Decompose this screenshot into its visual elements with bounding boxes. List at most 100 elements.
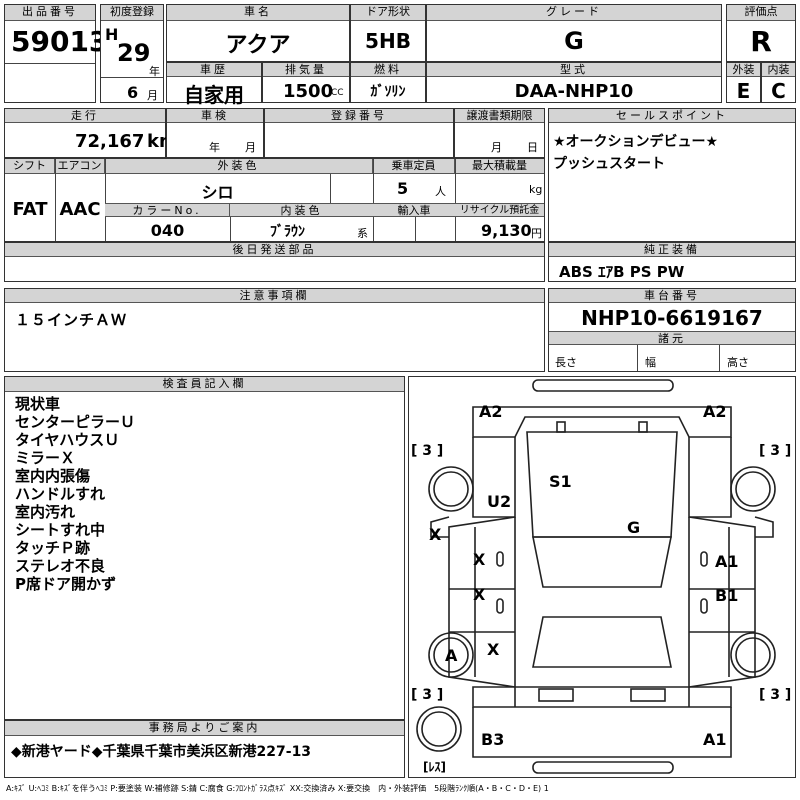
transfer-label: 譲渡書類期限: [455, 109, 544, 123]
aircon-value: AAC: [59, 199, 101, 220]
later-parts-box: 後日発送部品: [4, 242, 545, 282]
office-label: 事務局よりご案内: [5, 721, 404, 736]
inspector-line: タッチＰ跡: [15, 539, 91, 557]
score-value: R: [750, 25, 772, 58]
inspector-label: 検査員記入欄: [5, 377, 404, 392]
mark-a-wheel: A: [445, 646, 458, 665]
inspector-line: シートすれ中: [15, 521, 106, 539]
dims-height: 高さ: [727, 356, 749, 369]
first-reg-box: 初度登録 H 29 年 6 月: [100, 4, 164, 103]
reg-month: 6: [127, 83, 139, 102]
car-name: アクア: [225, 33, 291, 58]
mileage-label: 走行: [5, 109, 165, 123]
lot-box: 出品番号 59013: [4, 4, 108, 103]
car-name-box: 車名 アクア: [166, 4, 350, 62]
sales-point-2: プッシュスタート: [553, 156, 665, 172]
transfer-day-unit: 日: [527, 141, 538, 154]
dims-width: 幅: [645, 356, 656, 369]
interior-grade-box: 内装 C: [761, 62, 796, 103]
caution-box: 注意事項欄 １５インチＡＷ: [4, 288, 545, 372]
inspector-line: P席ドア開かず: [15, 575, 116, 593]
capacity-value: 5: [397, 179, 409, 198]
mileage-value: 72,167: [75, 131, 145, 152]
mark-u2: U2: [487, 492, 511, 511]
displacement-value: 1500: [283, 81, 334, 102]
first-reg-label: 初度登録: [101, 5, 163, 21]
int-color-value: ﾌﾞﾗｳﾝ: [270, 224, 305, 240]
color-no-label: カラーNo.: [105, 203, 230, 217]
ext-color-value: シロ: [201, 183, 234, 202]
history-value: 自家用: [184, 83, 244, 107]
equipment-label: 純正装備: [549, 243, 795, 257]
fuel-value: ｶﾞｿﾘﾝ: [370, 84, 406, 100]
chassis-value: NHP10-6619167: [581, 306, 763, 330]
door-value: 5HB: [365, 29, 411, 53]
shift-label: シフト: [5, 159, 55, 174]
mark-a2-right: A2: [703, 402, 727, 421]
tire-fl: [ 3 ]: [411, 443, 443, 459]
grade-label: グレード: [427, 5, 721, 21]
exterior-grade-box: 外装 E: [726, 62, 761, 103]
inspection-year-unit: 年: [209, 141, 220, 154]
inspection-box: 車検 年 月: [166, 108, 264, 158]
score-box: 評価点 R: [726, 4, 796, 62]
mark-x-rear: X: [473, 585, 486, 604]
capacity-unit: 人: [435, 185, 446, 198]
recycle-label: リサイクル預託金: [455, 203, 544, 217]
reg-year: 29: [117, 39, 151, 67]
mark-a1-rear: A1: [703, 730, 727, 749]
mark-b1-door: B1: [715, 586, 738, 605]
spare-label: [ﾚｽ]: [423, 760, 446, 774]
inspector-box: 検査員記入欄 現状車 センターピラーＵ タイヤハウスＵ ミラーＸ 室内内張傷 ハ…: [4, 376, 405, 720]
tire-fr: [ 3 ]: [759, 443, 791, 459]
history-label: 車歴: [167, 63, 261, 77]
inspector-line: ハンドルすれ: [15, 485, 106, 503]
caution-value: １５インチＡＷ: [15, 311, 128, 329]
grade-box: グレード G: [426, 4, 722, 62]
office-box: 事務局よりご案内 ◆新港ヤード◆千葉県千葉市美浜区新港227-13: [4, 720, 405, 778]
sales-point-1: ★オークションデビュー★: [553, 134, 719, 150]
caution-label: 注意事項欄: [5, 289, 544, 303]
transfer-box: 譲渡書類期限 月 日: [454, 108, 545, 158]
fuel-label: 燃料: [351, 63, 425, 77]
recycle-unit: 円: [531, 227, 542, 240]
max-load-unit: kg: [529, 183, 543, 196]
mark-g: G: [627, 518, 640, 537]
door-label: ドア形状: [351, 5, 425, 21]
car-diagram: A2 A2 U2 S1 G X X X X A1 B1 A B3 A1 [ 3 …: [408, 376, 796, 778]
displacement-label: 排気量: [263, 63, 349, 77]
color-no-value: 040: [150, 221, 185, 240]
inspector-line: 現状車: [15, 395, 61, 413]
max-load-label: 最大積載量: [455, 159, 544, 174]
mileage-box: 走行 72,167 km: [4, 108, 178, 158]
history-box: 車歴 自家用: [166, 62, 262, 107]
interior-grade: C: [771, 79, 786, 103]
inspector-line: ミラーＸ: [15, 449, 76, 467]
ext-color-label: 外装色: [105, 159, 373, 174]
displacement-box: 排気量 1500 CC: [262, 62, 350, 103]
mark-s1: S1: [549, 472, 572, 491]
legend: A:ｷｽﾞ U:ﾍｺﾐ B:ｷｽﾞを伴うﾍｺﾐ P:要塗装 W:補修跡 S:錆 …: [6, 784, 549, 793]
dims-length: 長さ: [555, 356, 577, 369]
inspector-line: 室内内張傷: [15, 467, 91, 485]
registration-box: 登録番号: [264, 108, 454, 158]
dims-label: 諸元: [549, 331, 795, 345]
registration-label: 登録番号: [265, 109, 453, 123]
inspection-month-unit: 月: [245, 141, 256, 154]
mark-x-front: X: [473, 550, 486, 569]
mark-x-left-door: X: [429, 525, 442, 544]
import-label: 輸入車: [373, 203, 455, 217]
car-outline-svg: A2 A2 U2 S1 G X X X X A1 B1 A B3 A1 [ 3 …: [411, 379, 791, 774]
office-value: ◆新港ヤード◆千葉県千葉市美浜区新港227-13: [11, 744, 312, 760]
inspector-line: ステレオ不良: [15, 557, 106, 575]
equipment-box: 純正装備 ABS ｴｱB PS PW: [548, 242, 796, 282]
chassis-label: 車台番号: [549, 289, 795, 303]
score-label: 評価点: [727, 5, 795, 21]
exterior-grade: E: [736, 79, 751, 103]
transfer-month-unit: 月: [491, 141, 502, 154]
spec-box: シフト エアコン 外装色 乗車定員 最大積載量 FAT AAC シロ 5 人 k…: [4, 158, 545, 242]
model-label: 型式: [427, 63, 721, 77]
grade-value: G: [564, 27, 584, 55]
lot-label: 出品番号: [5, 5, 95, 21]
recycle-value: 9,130: [481, 221, 532, 240]
